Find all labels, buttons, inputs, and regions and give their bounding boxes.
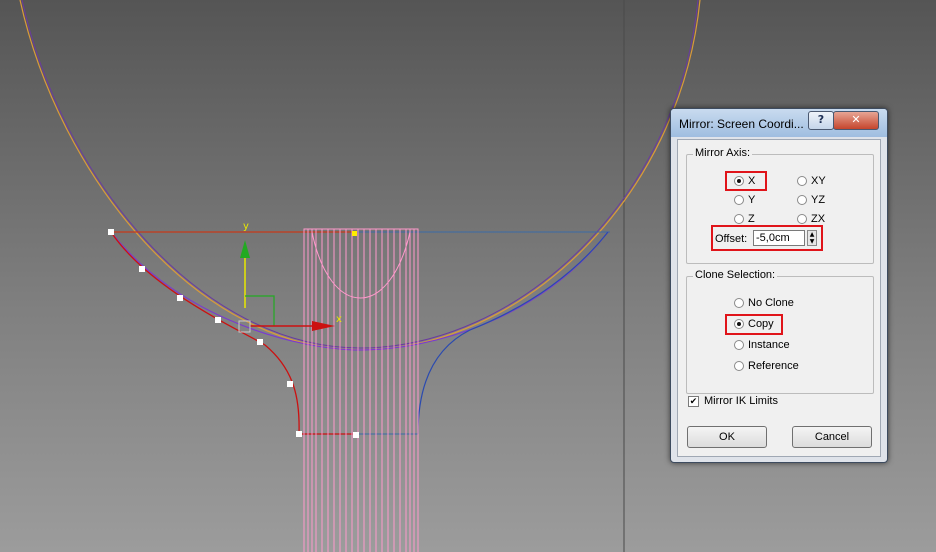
- highlight-axis-x: [725, 171, 767, 191]
- dialog-titlebar[interactable]: Mirror: Screen Coordi... ? ✕: [671, 109, 887, 137]
- radio-no-clone-label: No Clone: [748, 297, 794, 309]
- radio-reference-label: Reference: [748, 360, 799, 372]
- spline-vertices: [108, 229, 359, 438]
- gizmo-y-label: y: [243, 221, 249, 232]
- radio-dot: [797, 195, 807, 205]
- mirror-axis-group: Mirror Axis: X XY Y YZ Z ZX Offset: -5,0…: [686, 147, 874, 264]
- radio-axis-y-label: Y: [748, 194, 756, 206]
- radio-axis-z-label: Z: [748, 213, 755, 225]
- radio-dot: [734, 361, 744, 371]
- radio-dot: [734, 298, 744, 308]
- mirrored-spline: [417, 231, 609, 435]
- radio-dot: [797, 176, 807, 186]
- radio-axis-yz-label: YZ: [811, 194, 826, 206]
- clone-selection-title: Clone Selection:: [693, 269, 778, 281]
- clone-selection-group: Clone Selection: No Clone Copy Instance …: [686, 269, 874, 394]
- ok-button[interactable]: OK: [687, 426, 767, 448]
- transform-gizmo: y x: [238, 221, 342, 333]
- cancel-button[interactable]: Cancel: [792, 426, 872, 448]
- radio-dot: [734, 214, 744, 224]
- gizmo-x-label: x: [336, 314, 342, 325]
- radio-axis-zx-label: ZX: [811, 213, 826, 225]
- large-circle-arc-inner: [21, 0, 699, 349]
- checkmark-icon[interactable]: ✔: [688, 396, 699, 407]
- dialog-title: Mirror: Screen Coordi...: [679, 117, 804, 131]
- highlight-offset: [711, 225, 823, 251]
- radio-axis-xy-label: XY: [811, 175, 826, 187]
- radio-dot: [734, 340, 744, 350]
- radio-dot: [734, 195, 744, 205]
- help-button[interactable]: ?: [808, 111, 834, 130]
- mirror-dialog: Mirror: Screen Coordi... ? ✕ Mirror Axis…: [670, 108, 888, 463]
- radio-dot: [797, 214, 807, 224]
- dialog-client: Mirror Axis: X XY Y YZ Z ZX Offset: -5,0…: [677, 139, 881, 457]
- highlight-copy: [725, 314, 783, 335]
- close-button[interactable]: ✕: [833, 111, 879, 130]
- mirror-axis-title: Mirror Axis:: [693, 147, 752, 159]
- radio-instance-label: Instance: [748, 339, 790, 351]
- mirror-ik-label: Mirror IK Limits: [704, 395, 778, 407]
- pink-lattice: [303, 228, 419, 552]
